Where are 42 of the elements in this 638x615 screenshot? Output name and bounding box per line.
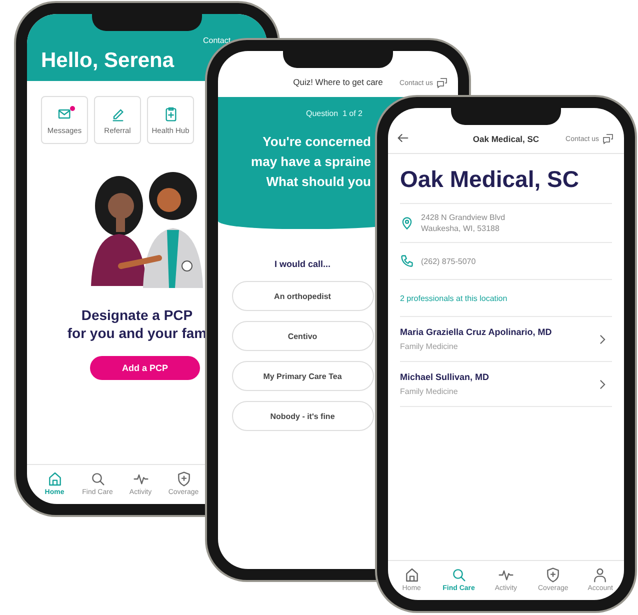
provider-specialty: Family Medicine: [400, 387, 459, 396]
address-line: 2428 N Grandview Blvd: [421, 212, 506, 223]
question-text: You're concerned: [262, 133, 371, 151]
chat-icon[interactable]: [602, 133, 614, 145]
answer-option[interactable]: Centivo: [232, 321, 374, 351]
phone-icon: [400, 254, 414, 268]
headline-text: Designate a PCP: [81, 306, 193, 324]
search-icon: [90, 471, 106, 487]
greeting-title: Hello, Serena: [41, 49, 176, 73]
provider-specialty: Family Medicine: [400, 342, 459, 351]
add-pcp-button[interactable]: Add a PCP: [90, 356, 200, 380]
provider-name: Michael Sullivan, MD: [400, 372, 490, 382]
question-text: may have a spraine: [251, 153, 371, 171]
answer-prompt: I would call...: [274, 259, 330, 269]
location-pin-icon: [400, 216, 414, 230]
shield-icon: [176, 471, 192, 487]
headline-text: for you and your fam: [67, 324, 207, 342]
clinic-name: Oak Medical, SC: [400, 154, 612, 204]
clipboard-icon: [162, 106, 178, 122]
answer-option[interactable]: An orthopedist: [232, 281, 374, 311]
provider-name: Maria Graziella Cruz Apolinario, MD: [400, 327, 552, 337]
provider-row[interactable]: Michael Sullivan, MD Family Medicine: [400, 362, 612, 407]
professionals-link[interactable]: 2 professionals at this location: [400, 294, 508, 302]
screen-title: Quiz! Where to get care: [293, 77, 383, 87]
answer-option[interactable]: Nobody - it's fine: [232, 401, 374, 431]
shield-icon: [545, 567, 562, 583]
home-icon: [46, 471, 62, 487]
contact-link[interactable]: Contact: [203, 36, 231, 45]
home-icon: [404, 567, 420, 583]
back-arrow-icon[interactable]: [396, 131, 410, 145]
phone-number[interactable]: (262) 875-5070: [421, 256, 476, 266]
question-counter: Question 1 of 2: [306, 109, 364, 118]
address-line: Waukesha, WI, 53188: [421, 223, 500, 234]
screen-title: Oak Medical, SC: [472, 134, 540, 144]
account-icon: [592, 567, 608, 583]
answer-option[interactable]: My Primary Care Tea: [232, 361, 374, 391]
provider-row[interactable]: Maria Graziella Cruz Apolinario, MD Family Medicine: [400, 317, 612, 362]
chat-icon[interactable]: [436, 77, 448, 89]
chevron-right-icon: [599, 334, 606, 344]
question-text: What should you: [266, 173, 371, 191]
chevron-right-icon: [599, 378, 606, 390]
search-icon: [450, 567, 467, 583]
